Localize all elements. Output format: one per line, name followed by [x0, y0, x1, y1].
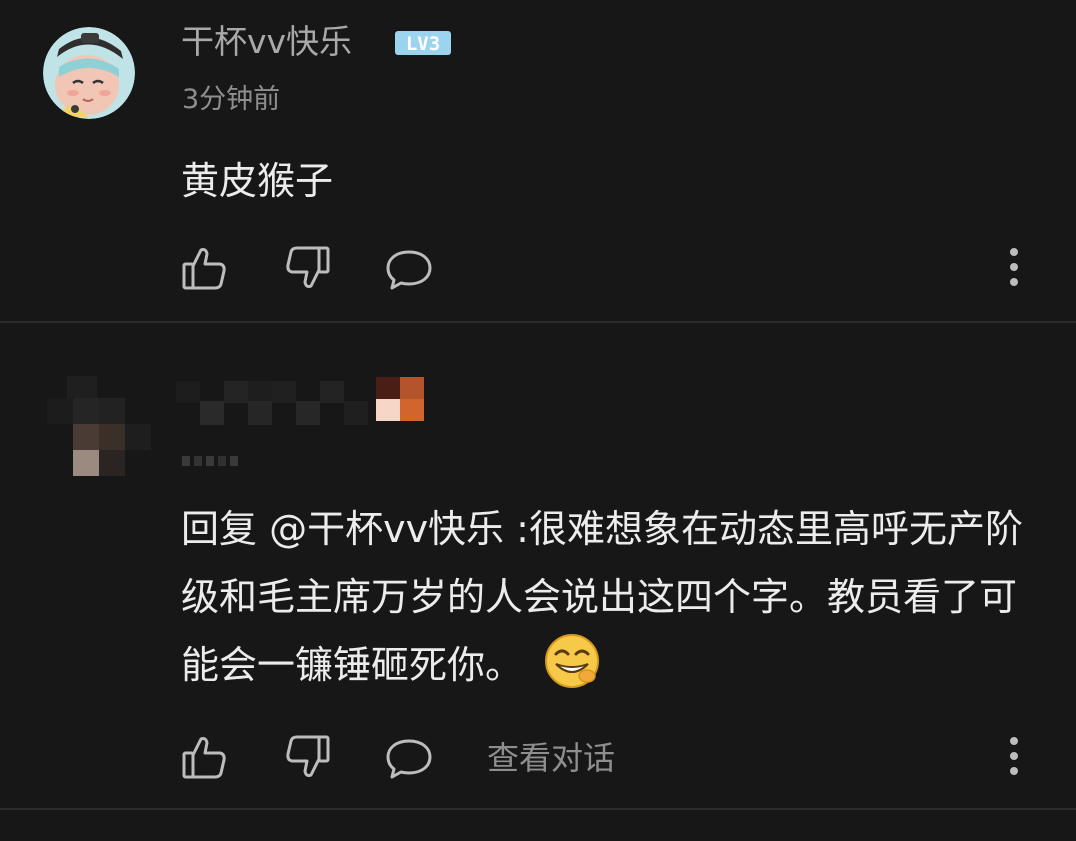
like-icon[interactable]	[180, 733, 230, 783]
reply-icon[interactable]	[384, 244, 434, 294]
dislike-icon[interactable]	[282, 244, 332, 294]
timestamp	[182, 453, 246, 467]
grin-emoji-icon	[543, 632, 601, 690]
dislike-icon[interactable]	[282, 733, 332, 783]
divider	[0, 808, 1076, 810]
level-badge: LV3	[394, 30, 452, 56]
like-icon[interactable]	[180, 244, 230, 294]
comment-item: 干杯vv快乐 LV3 3分钟前 黄皮猴子	[0, 0, 1076, 322]
more-icon[interactable]	[1004, 735, 1024, 779]
avatar[interactable]	[47, 376, 157, 486]
level-text: LV3	[406, 33, 440, 55]
timestamp: 3分钟前	[182, 84, 281, 115]
reply-icon[interactable]	[384, 733, 434, 783]
comment-text: 黄皮猴子	[181, 159, 334, 203]
comment-item: 回复 @干杯vv快乐 :很难想象在动态里高呼无产阶级和毛主席万岁的人会说出这四个…	[0, 323, 1076, 810]
view-conversation-link[interactable]: 查看对话	[487, 738, 615, 778]
comment-text-body: 回复 @干杯vv快乐 :很难想象在动态里高呼无产阶级和毛主席万岁的人会说出这四个…	[181, 507, 1023, 687]
avatar[interactable]	[43, 27, 135, 119]
comment-text: 回复 @干杯vv快乐 :很难想象在动态里高呼无产阶级和毛主席万岁的人会说出这四个…	[181, 495, 1041, 699]
username[interactable]: 干杯vv快乐	[181, 22, 352, 62]
more-icon[interactable]	[1004, 246, 1024, 290]
username[interactable]	[176, 375, 446, 427]
